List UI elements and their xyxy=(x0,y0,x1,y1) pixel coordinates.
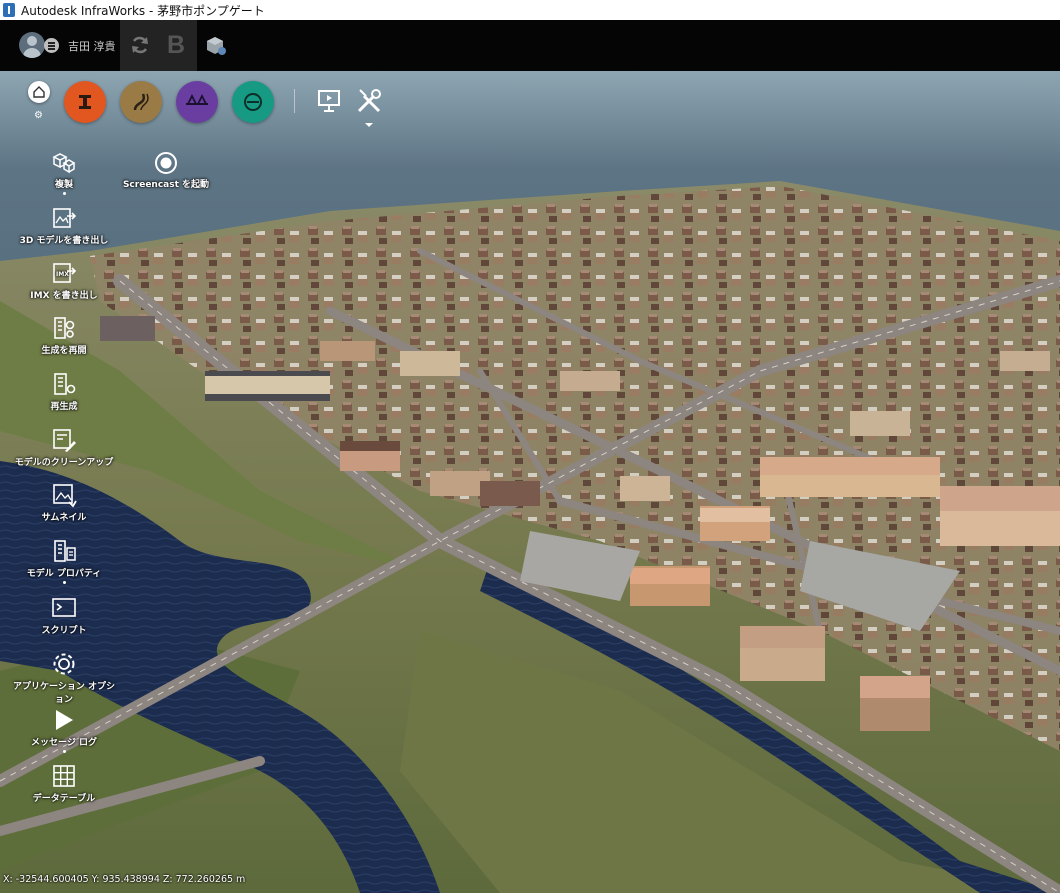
window-titlebar: Autodesk InfraWorks - 茅野市ポンプゲート xyxy=(0,0,1060,20)
side-label: IMX を書き出し xyxy=(30,291,98,301)
side-label: メッセージ ログ xyxy=(31,738,97,748)
imx-icon: IMX xyxy=(53,263,77,283)
export-3d-icon xyxy=(53,208,77,228)
screencast-label: Screencast を起動 xyxy=(122,180,210,190)
svg-text:IMX: IMX xyxy=(56,271,69,278)
side-label: スクリプト xyxy=(41,626,87,636)
window-title: Autodesk InfraWorks - 茅野市ポンプゲート xyxy=(21,3,265,18)
home-button[interactable] xyxy=(28,81,50,103)
i-beam-icon xyxy=(79,95,91,109)
cube-settings-icon[interactable] xyxy=(205,35,227,57)
table-icon xyxy=(53,765,75,787)
play-flag-icon xyxy=(56,710,73,730)
username: 吉田 淳貴 xyxy=(68,40,116,53)
thumbnail-button[interactable]: サムネイル xyxy=(9,482,119,523)
terrain-button[interactable] xyxy=(120,81,162,123)
export-imx-button[interactable]: IMX IMX を書き出し xyxy=(9,260,119,301)
design-roads-button[interactable] xyxy=(64,81,106,123)
thumbnail-icon xyxy=(53,484,77,508)
regenerate-with-button[interactable]: 生成を再開 xyxy=(9,315,119,356)
more-dot xyxy=(62,750,66,753)
city-model-scene[interactable] xyxy=(0,71,1060,893)
side-label: データテーブル xyxy=(32,794,96,804)
side-label: サムネイル xyxy=(41,513,87,523)
regenerate-button[interactable]: 再生成 xyxy=(9,371,119,412)
screencast-button[interactable]: Screencast を起動 xyxy=(111,151,221,190)
side-label: 再生成 xyxy=(50,402,78,412)
bim-icon[interactable]: B xyxy=(167,31,185,60)
script-button[interactable]: スクリプト xyxy=(9,595,119,636)
side-label: アプリケーション オプション xyxy=(13,682,115,705)
gear-icon xyxy=(53,653,75,675)
cubes-icon xyxy=(52,153,76,174)
cleanup-icon xyxy=(53,429,76,452)
infraworks-app-icon xyxy=(3,3,15,17)
app-options-button[interactable]: アプリケーション オプション xyxy=(9,651,119,705)
sync-icon[interactable] xyxy=(129,34,151,56)
drainage-icon xyxy=(244,93,262,111)
side-label: 3D モデルを書き出し xyxy=(19,236,109,246)
properties-icon xyxy=(54,540,76,562)
side-label: モデル プロパティ xyxy=(26,569,102,579)
presentation-icon[interactable] xyxy=(316,88,342,114)
more-dot xyxy=(62,581,66,584)
toolbar-separator xyxy=(294,89,295,113)
user-avatar[interactable] xyxy=(19,32,45,58)
tools-wrench-icon[interactable] xyxy=(354,86,384,116)
side-label: 生成を再開 xyxy=(41,346,87,356)
bridge-icon xyxy=(186,93,208,105)
replicate-button[interactable]: 複製 xyxy=(9,149,119,195)
side-label: モデルのクリーンアップ xyxy=(14,458,114,468)
side-label: 複製 xyxy=(54,180,73,190)
model-properties-button[interactable]: モデル プロパティ xyxy=(9,538,119,584)
record-icon xyxy=(155,152,177,174)
cleanup-button[interactable]: モデルのクリーンアップ xyxy=(9,427,119,468)
home-settings-icon[interactable]: ⚙ xyxy=(34,110,43,121)
bridge-button[interactable] xyxy=(176,81,218,123)
top-bar: 吉田 淳貴 B xyxy=(0,20,1060,71)
more-dot xyxy=(62,192,66,195)
tools-dropdown-caret[interactable] xyxy=(365,123,373,127)
script-icon xyxy=(52,598,76,617)
export-3d-button[interactable]: 3D モデルを書き出し xyxy=(9,205,119,246)
3d-viewport[interactable]: ⚙ Screencast を起動 複製 3D モデルを書き出し IMX IMX … xyxy=(0,71,1060,893)
building-gear-icon xyxy=(54,317,75,339)
road-curve-icon xyxy=(133,93,149,111)
coordinate-readout: X: -32544.600405 Y: 935.438994 Z: 772.26… xyxy=(3,874,246,885)
message-log-button[interactable]: メッセージ ログ xyxy=(9,707,119,753)
drainage-button[interactable] xyxy=(232,81,274,123)
data-table-button[interactable]: データテーブル xyxy=(9,763,119,804)
building-gear-icon xyxy=(54,373,76,395)
menu-icon[interactable] xyxy=(44,38,59,53)
home-icon xyxy=(33,86,45,98)
